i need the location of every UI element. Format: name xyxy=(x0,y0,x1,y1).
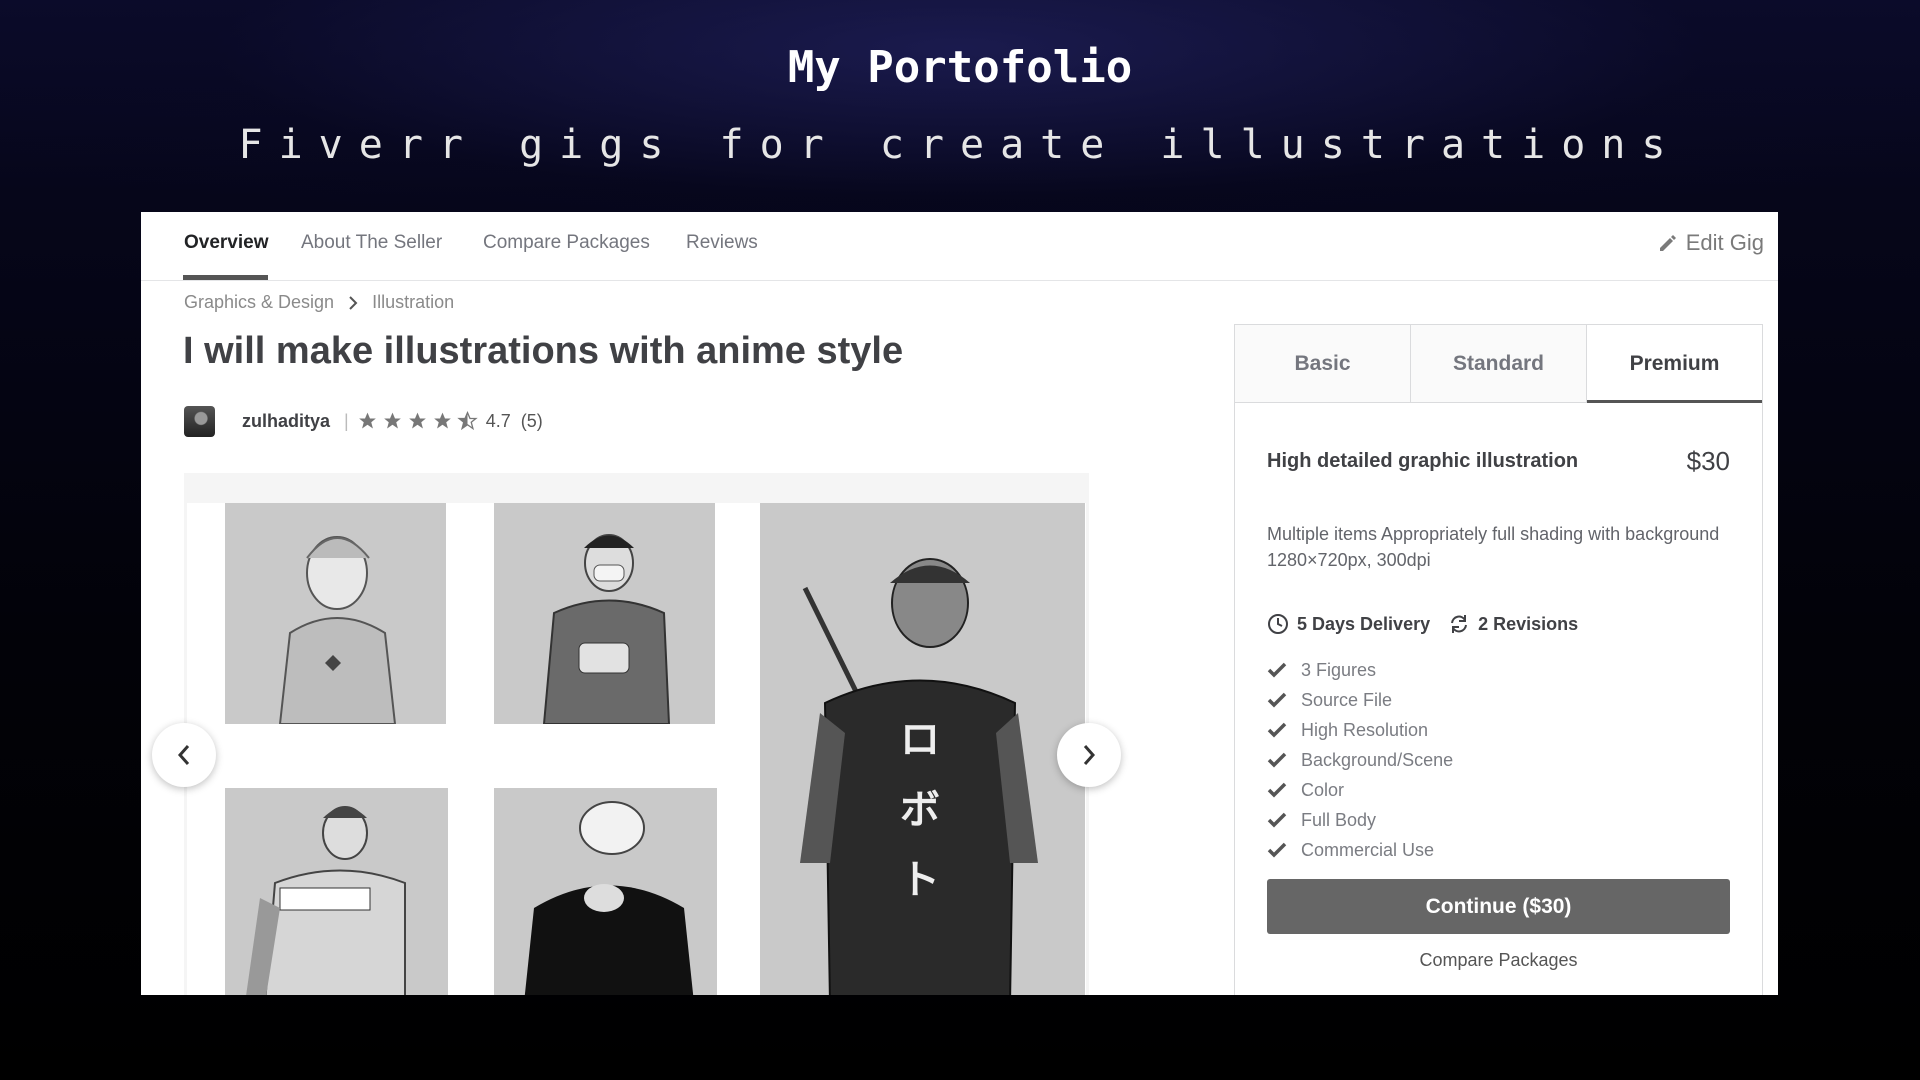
feature-label: Source File xyxy=(1301,689,1393,710)
gallery-next-button[interactable] xyxy=(1057,723,1121,787)
package-price: $30 xyxy=(1686,446,1730,476)
feature-label: Color xyxy=(1301,779,1345,800)
star-icon xyxy=(383,412,401,429)
checkmark-icon xyxy=(1267,842,1287,858)
svg-text:ボ: ボ xyxy=(900,787,940,833)
breadcrumb: Graphics & Design Illustration xyxy=(184,292,454,313)
chevron-right-icon xyxy=(1083,745,1096,765)
list-item: Commercial Use xyxy=(1267,835,1453,865)
checkmark-icon xyxy=(1267,812,1287,828)
list-item: High Resolution xyxy=(1267,715,1453,745)
package-description: Multiple items Appropriately full shadin… xyxy=(1267,524,1720,570)
tab-overview[interactable]: Overview xyxy=(184,232,269,254)
refresh-icon xyxy=(1451,615,1468,633)
breadcrumb-item-graphics-design[interactable]: Graphics & Design xyxy=(184,292,334,313)
seller-info: zulhaditya | 4.7 (5) xyxy=(184,404,543,438)
active-tab-indicator xyxy=(183,275,268,280)
checkmark-icon xyxy=(1267,722,1287,738)
package-header: High detailed graphic illustration $30 xyxy=(1267,446,1730,477)
clock-icon xyxy=(1268,614,1288,634)
checkmark-icon xyxy=(1267,662,1287,678)
hero-subtitle: Fiverr gigs for create illustrations xyxy=(238,122,1682,168)
list-item: Color xyxy=(1267,775,1453,805)
gig-page-screenshot: Overview About The Seller Compare Packag… xyxy=(141,212,1778,995)
feature-label: Commercial Use xyxy=(1301,839,1435,860)
star-rating xyxy=(357,411,478,431)
chevron-left-icon xyxy=(177,745,190,765)
gallery-slide: ロ ボ ト xyxy=(187,503,1086,995)
pricing-panel: Basic Standard Premium High detailed gra… xyxy=(1234,324,1763,995)
gig-title: I will make illustrations with anime sty… xyxy=(183,330,904,372)
package-tabs: Basic Standard Premium xyxy=(1235,325,1762,403)
background-glow xyxy=(0,0,1920,240)
star-icon xyxy=(408,412,426,429)
package-meta: 5 Days Delivery 2 Revisions xyxy=(1267,613,1578,635)
rating-value: 4.7 xyxy=(485,410,511,431)
list-item: Source File xyxy=(1267,685,1453,715)
svg-text:ロ: ロ xyxy=(900,717,940,763)
gallery-image-1 xyxy=(225,503,446,724)
tab-about-seller[interactable]: About The Seller xyxy=(301,232,442,254)
gallery-prev-button[interactable] xyxy=(152,723,216,787)
tab-basic[interactable]: Basic xyxy=(1235,325,1411,402)
gig-nav-bar: Overview About The Seller Compare Packag… xyxy=(141,212,1778,281)
edit-gig-label: Edit Gig xyxy=(1685,230,1764,255)
feature-label: Full Body xyxy=(1301,809,1377,830)
half-star-icon xyxy=(457,411,478,431)
tab-premium[interactable]: Premium xyxy=(1587,325,1762,403)
checkmark-icon xyxy=(1267,782,1287,798)
feature-label: Background/Scene xyxy=(1301,749,1454,770)
feature-label: 3 Figures xyxy=(1301,659,1377,680)
tab-reviews[interactable]: Reviews xyxy=(686,232,758,254)
edit-gig-button[interactable]: Edit Gig xyxy=(1658,230,1764,256)
revisions-info: 2 Revisions xyxy=(1448,613,1578,635)
continue-button[interactable]: Continue ($30) xyxy=(1267,879,1730,934)
breadcrumb-item-illustration[interactable]: Illustration xyxy=(372,292,454,313)
tab-standard[interactable]: Standard xyxy=(1411,325,1587,402)
revisions-label: 2 Revisions xyxy=(1478,613,1579,634)
image-gallery: ロ ボ ト xyxy=(184,473,1089,995)
svg-text:ト: ト xyxy=(900,857,940,903)
package-name: High detailed graphic illustration xyxy=(1267,450,1579,472)
delivery-info: 5 Days Delivery xyxy=(1267,613,1430,635)
gallery-image-5 xyxy=(494,788,717,995)
rating-count[interactable]: (5) xyxy=(521,411,543,432)
seller-name[interactable]: zulhaditya xyxy=(242,411,330,432)
pencil-icon xyxy=(1659,235,1676,251)
gallery-image-4 xyxy=(225,788,448,995)
checkmark-icon xyxy=(1267,692,1287,708)
feature-list: 3 Figures Source File High Resolution Ba… xyxy=(1267,655,1453,865)
gallery-image-3: ロ ボ ト xyxy=(760,503,1085,995)
compare-packages-link[interactable]: Compare Packages xyxy=(1235,950,1762,971)
star-icon xyxy=(433,412,451,429)
feature-label: High Resolution xyxy=(1301,719,1429,740)
checkmark-icon xyxy=(1267,752,1287,768)
list-item: Full Body xyxy=(1267,805,1453,835)
gallery-image-2 xyxy=(494,503,715,724)
divider: | xyxy=(344,410,349,431)
star-icon xyxy=(358,412,376,429)
chevron-right-icon xyxy=(349,295,358,310)
list-item: 3 Figures xyxy=(1267,655,1453,685)
tab-compare-packages[interactable]: Compare Packages xyxy=(483,232,650,254)
delivery-label: 5 Days Delivery xyxy=(1297,613,1431,634)
hero-title: My Portofolio xyxy=(787,42,1133,93)
list-item: Background/Scene xyxy=(1267,745,1453,775)
avatar[interactable] xyxy=(184,405,215,437)
